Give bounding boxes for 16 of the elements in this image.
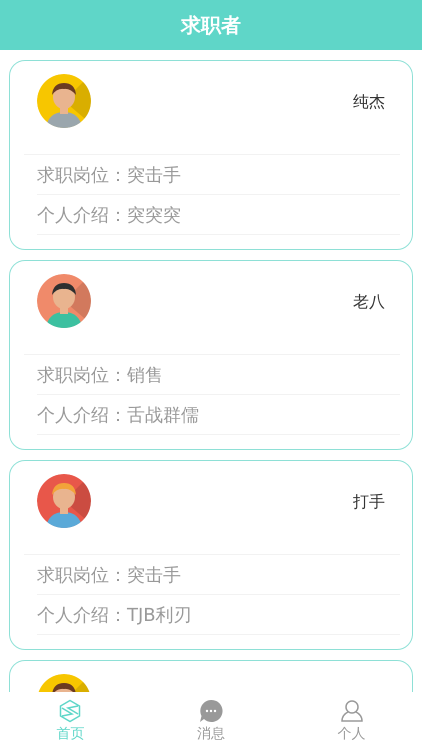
hexagon-icon — [58, 699, 82, 723]
info-row: 个人介绍：突突突 — [37, 195, 400, 235]
profile-card[interactable]: 纯杰 求职岗位：突击手 个人介绍：突突突 — [9, 60, 413, 250]
profile-card[interactable]: 打手 求职岗位：突击手 个人介绍：TJB利刃 — [9, 460, 413, 650]
info-row: 个人介绍：舌战群儒 — [37, 395, 400, 435]
person-icon — [340, 699, 364, 723]
candidate-name: 纯杰 — [353, 92, 385, 113]
info-row: 求职岗位：销售 — [37, 355, 400, 395]
candidate-name: 老八 — [353, 292, 385, 313]
info-row: 求职岗位：突击手 — [37, 555, 400, 595]
candidate-name: 打手 — [353, 492, 385, 513]
info-row: 个人介绍：TJB利刃 — [37, 595, 400, 635]
profile-card[interactable]: 老八 求职岗位：销售 个人介绍：舌战群儒 — [9, 260, 413, 450]
chat-icon — [199, 699, 223, 723]
header-title: 求职者 — [0, 0, 422, 50]
info-row: 求职岗位：突击手 — [37, 155, 400, 195]
